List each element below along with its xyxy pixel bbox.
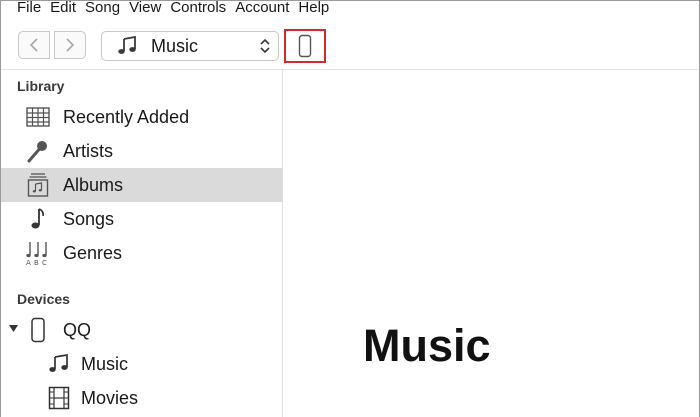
sidebar-item-label: Genres [63, 243, 123, 263]
sidebar-item-songs[interactable]: Songs [1, 202, 282, 236]
sidebar-item-albums[interactable]: Albums [1, 168, 282, 202]
svg-text:A: A [26, 259, 31, 266]
note-icon [116, 36, 138, 56]
svg-text:B: B [34, 259, 39, 266]
updown-chevron-icon [259, 37, 271, 55]
devices-section-label: Devices [17, 291, 70, 307]
device-name: QQ [63, 320, 92, 340]
film-icon [45, 385, 73, 411]
phone-icon [24, 317, 52, 343]
genres-icon: A B C [24, 240, 52, 266]
sidebar-item-genres[interactable]: A B C Genres [1, 236, 282, 270]
sidebar-device-item-movies[interactable]: Movies [1, 381, 282, 415]
menu-bar: File Edit Song View Controls Account Hel… [1, 0, 699, 19]
toolbar: Music [1, 19, 699, 70]
sidebar-item-label: Recently Added [63, 107, 190, 127]
library-section-label: Library [17, 78, 65, 94]
menu-song[interactable]: Song [85, 0, 129, 15]
menu-help[interactable]: Help [298, 0, 338, 15]
grid-icon [24, 104, 52, 130]
menu-file[interactable]: File [1, 0, 50, 15]
menu-controls[interactable]: Controls [170, 0, 235, 15]
menu-edit[interactable]: Edit [50, 0, 85, 15]
note-icon [24, 206, 52, 232]
main-content: Music [283, 70, 699, 417]
note-icon [45, 351, 73, 377]
forward-button[interactable] [54, 31, 86, 59]
sidebar-item-recently-added[interactable]: Recently Added [1, 100, 282, 134]
sidebar-item-label: Artists [63, 141, 114, 161]
back-button[interactable] [18, 31, 50, 59]
chevron-left-icon [29, 38, 38, 52]
menu-account[interactable]: Account [235, 0, 298, 15]
sidebar-item-label: Music [81, 354, 129, 374]
media-kind-selector[interactable]: Music [101, 31, 279, 61]
menu-view[interactable]: View [129, 0, 170, 15]
phone-icon [298, 34, 312, 58]
sidebar-item-label: Songs [63, 209, 115, 229]
disclosure-triangle-icon[interactable] [9, 325, 18, 333]
sidebar-device-item-music[interactable]: Music [1, 347, 282, 381]
sidebar-item-artists[interactable]: Artists [1, 134, 282, 168]
sidebar-item-label: Movies [81, 388, 139, 408]
page-title: Music [363, 320, 491, 371]
album-icon [24, 172, 52, 198]
sidebar-item-label: Albums [63, 175, 124, 195]
svg-text:C: C [42, 259, 47, 266]
microphone-icon [24, 138, 52, 164]
media-kind-label: Music [151, 36, 199, 56]
chevron-right-icon [66, 38, 75, 52]
device-button[interactable] [284, 29, 326, 63]
sidebar: Library Recently Added Artists Albums So… [1, 70, 283, 417]
sidebar-device-qq[interactable]: QQ [1, 313, 282, 347]
